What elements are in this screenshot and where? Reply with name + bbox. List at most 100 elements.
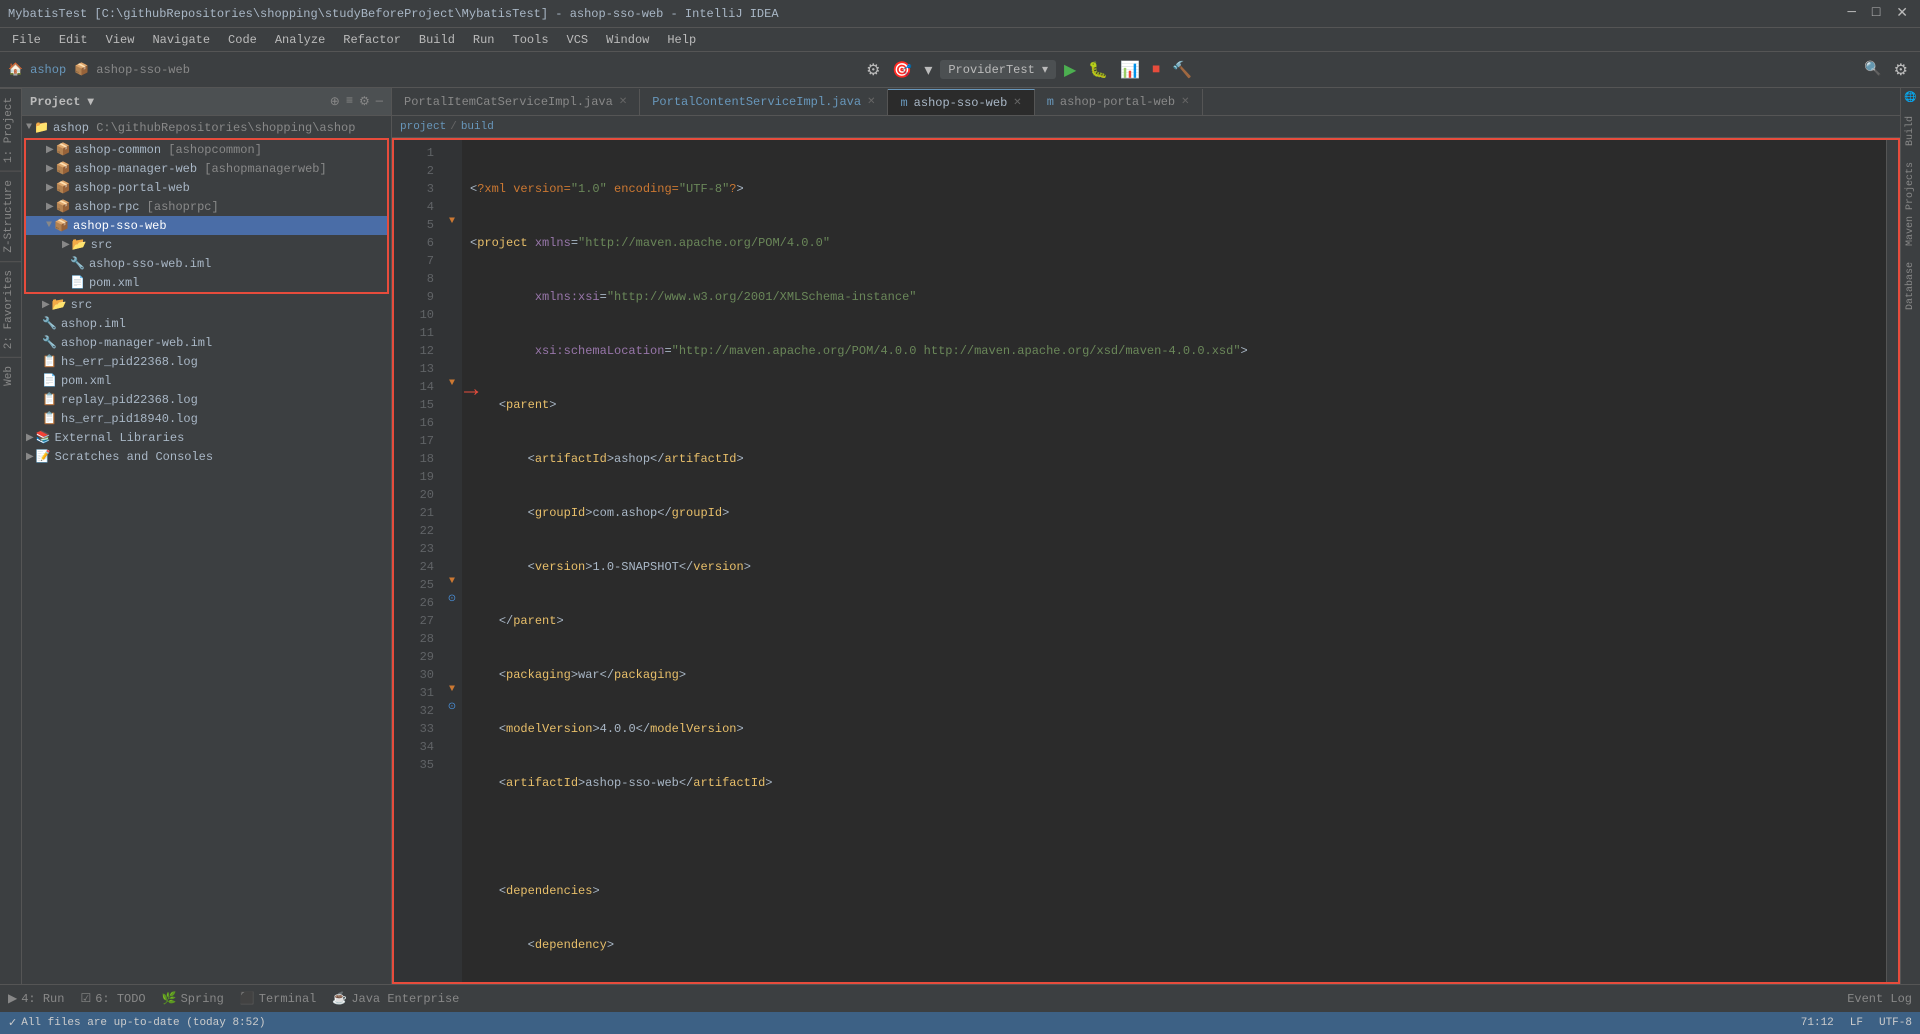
settings-icon[interactable]: ⚙ [359, 94, 370, 109]
tab-spring[interactable]: 🌿 Spring [162, 991, 224, 1006]
tab-ashop-sso-web[interactable]: m ashop-sso-web ✕ [888, 89, 1034, 115]
gutter-fold-icon-3[interactable]: ▼ [449, 576, 455, 587]
run-config-selector[interactable]: ProviderTest ▾ [940, 60, 1056, 79]
search-everywhere-icon[interactable]: 🔍 [1860, 59, 1885, 80]
tab-ashop-portal-web[interactable]: m ashop-portal-web ✕ [1035, 89, 1203, 115]
maximize-button[interactable]: □ [1868, 5, 1884, 22]
sidebar-tab-database[interactable]: Database [1903, 254, 1918, 318]
line-separator: LF [1850, 1017, 1863, 1029]
sidebar-tab-web[interactable]: Web [0, 357, 21, 394]
left-panel-tabs: 1: Project Z-Structure 2: Favorites Web [0, 88, 22, 984]
tab-close-icon[interactable]: ✕ [619, 96, 627, 108]
tree-item-external-libraries[interactable]: ▶ 📚 External Libraries [22, 428, 391, 447]
tree-root[interactable]: ▼ 📁 ashop C:\githubRepositories\shopping… [22, 118, 391, 137]
cursor-position: 71:12 [1801, 1017, 1834, 1029]
close-panel-icon[interactable]: — [376, 94, 383, 109]
menu-run[interactable]: Run [465, 31, 503, 49]
run-icon: ▶ [8, 991, 17, 1006]
sidebar-tab-maven[interactable]: Maven Projects [1903, 154, 1918, 254]
tab-close-icon[interactable]: ✕ [1181, 96, 1189, 108]
toolbar-settings-icon[interactable]: ⚙ [862, 58, 884, 82]
tree-item-ashop-portal-web[interactable]: ▶ 📦 ashop-portal-web [26, 178, 387, 197]
tree-item-src[interactable]: ▶ 📂 src [26, 235, 387, 254]
tab-terminal-label: Terminal [259, 992, 317, 1006]
menu-tools[interactable]: Tools [505, 31, 557, 49]
tab-todo[interactable]: ☑ 6: TODO [80, 991, 145, 1006]
breadcrumb-project[interactable]: project [400, 121, 446, 133]
menu-navigate[interactable]: Navigate [144, 31, 218, 49]
code-line-14: <dependencies> [470, 882, 1878, 900]
debug-button[interactable]: 🐛 [1084, 58, 1112, 82]
editor-tabs: PortalItemCatServiceImpl.java ✕ PortalCo… [392, 88, 1900, 116]
editor-scrollbar[interactable] [1886, 140, 1898, 982]
project-panel: Project ▾ ⊕ ≡ ⚙ — ▼ 📁 ashop C:\githubRep… [22, 88, 392, 984]
encoding: UTF-8 [1879, 1017, 1912, 1029]
tab-close-icon[interactable]: ✕ [1013, 97, 1021, 109]
breadcrumb: project / build [392, 116, 1900, 138]
gutter-fold-icon-2[interactable]: ▼ [449, 378, 455, 389]
tree-item-ashop-common[interactable]: ▶ 📦 ashop-common [ashopcommon] [26, 140, 387, 159]
code-line-13 [470, 828, 1878, 846]
tab-run[interactable]: ▶ 4: Run [8, 991, 64, 1006]
run-button[interactable]: ▶ [1060, 58, 1080, 82]
tree-item-log2[interactable]: 📋 hs_err_pid18940.log [22, 409, 391, 428]
tree-item-src-root[interactable]: ▶ 📂 src [22, 295, 391, 314]
sidebar-tab-build[interactable]: Build [1903, 108, 1918, 154]
tree-item-ashop-sso-web-iml[interactable]: 🔧 ashop-sso-web.iml [26, 254, 387, 273]
minimize-button[interactable]: ─ [1843, 5, 1859, 22]
tree-item-ashop-manager-web[interactable]: ▶ 📦 ashop-manager-web [ashopmanagerweb] [26, 159, 387, 178]
collapse-all-icon[interactable]: ≡ [346, 94, 353, 109]
sidebar-tab-project[interactable]: 1: Project [0, 88, 21, 171]
tree-item-log1[interactable]: 📋 hs_err_pid22368.log [22, 352, 391, 371]
code-line-2: <project xmlns="http://maven.apache.org/… [470, 234, 1878, 252]
gutter: ▼ ▼ [442, 140, 462, 982]
build-button[interactable]: 🔨 [1168, 58, 1196, 82]
run-with-coverage-icon[interactable]: 📊 [1116, 58, 1144, 82]
menu-analyze[interactable]: Analyze [267, 31, 333, 49]
gutter-fold-icon-4[interactable]: ▼ [449, 684, 455, 695]
tree-item-ashop-sso-web[interactable]: ▼ 📦 ashop-sso-web [26, 216, 387, 235]
tree-item-pom-root[interactable]: 📄 pom.xml [22, 371, 391, 390]
sidebar-tab-favorites[interactable]: 2: Favorites [0, 261, 21, 357]
tab-terminal[interactable]: ⬛ Terminal [240, 991, 317, 1006]
locate-icon[interactable]: ⊕ [330, 94, 340, 109]
toolbar-locate-icon[interactable]: 🎯 [888, 58, 916, 82]
menu-window[interactable]: Window [598, 31, 657, 49]
stop-button[interactable]: ⏹ [1148, 59, 1164, 81]
tab-close-icon[interactable]: ✕ [867, 96, 875, 108]
sidebar-browser-icon[interactable]: 🌐 [1904, 92, 1916, 104]
status-left: ✓ All files are up-to-date (today 8:52) [8, 1016, 265, 1030]
tab-portal-item[interactable]: PortalItemCatServiceImpl.java ✕ [392, 89, 640, 115]
tree-item-replay-log[interactable]: 📋 replay_pid22368.log [22, 390, 391, 409]
gutter-fold-icon[interactable]: ▼ [449, 216, 455, 227]
tree-item-ashop-manager-iml[interactable]: 🔧 ashop-manager-web.iml [22, 333, 391, 352]
menu-build[interactable]: Build [411, 31, 463, 49]
tab-portal-content[interactable]: PortalContentServiceImpl.java ✕ [640, 89, 888, 115]
tab-label: ashop-portal-web [1060, 95, 1175, 109]
bookmark-icon-2[interactable]: ⊙ [448, 701, 456, 713]
bookmark-icon[interactable]: ⊙ [448, 593, 456, 605]
menu-edit[interactable]: Edit [51, 31, 96, 49]
menu-help[interactable]: Help [659, 31, 704, 49]
menu-file[interactable]: File [4, 31, 49, 49]
close-button[interactable]: ✕ [1892, 5, 1912, 22]
tab-java-enterprise[interactable]: ☕ Java Enterprise [332, 991, 459, 1006]
menu-vcs[interactable]: VCS [559, 31, 597, 49]
settings-icon[interactable]: ⚙ [1890, 58, 1912, 82]
code-line-10: <packaging>war</packaging> [470, 666, 1878, 684]
tree-item-scratches[interactable]: ▶ 📝 Scratches and Consoles [22, 447, 391, 466]
tab-event-log[interactable]: Event Log [1847, 992, 1912, 1006]
terminal-icon: ⬛ [240, 991, 255, 1006]
menu-view[interactable]: View [98, 31, 143, 49]
toolbar-collapse-icon[interactable]: ▾ [920, 58, 936, 82]
menu-code[interactable]: Code [220, 31, 265, 49]
sidebar-tab-structure[interactable]: Z-Structure [0, 171, 21, 261]
tree-item-ashop-iml[interactable]: 🔧 ashop.iml [22, 314, 391, 333]
menu-refactor[interactable]: Refactor [335, 31, 409, 49]
tree-item-pom-xml-sso[interactable]: 📄 pom.xml [26, 273, 387, 292]
code-line-3: xmlns:xsi="http://www.w3.org/2001/XMLSch… [470, 288, 1878, 306]
breadcrumb-build[interactable]: build [461, 121, 494, 133]
tree-item-ashop-rpc[interactable]: ▶ 📦 ashop-rpc [ashoprpc] [26, 197, 387, 216]
project-panel-title: Project ▾ [30, 94, 94, 109]
tab-icon: m [900, 96, 907, 110]
